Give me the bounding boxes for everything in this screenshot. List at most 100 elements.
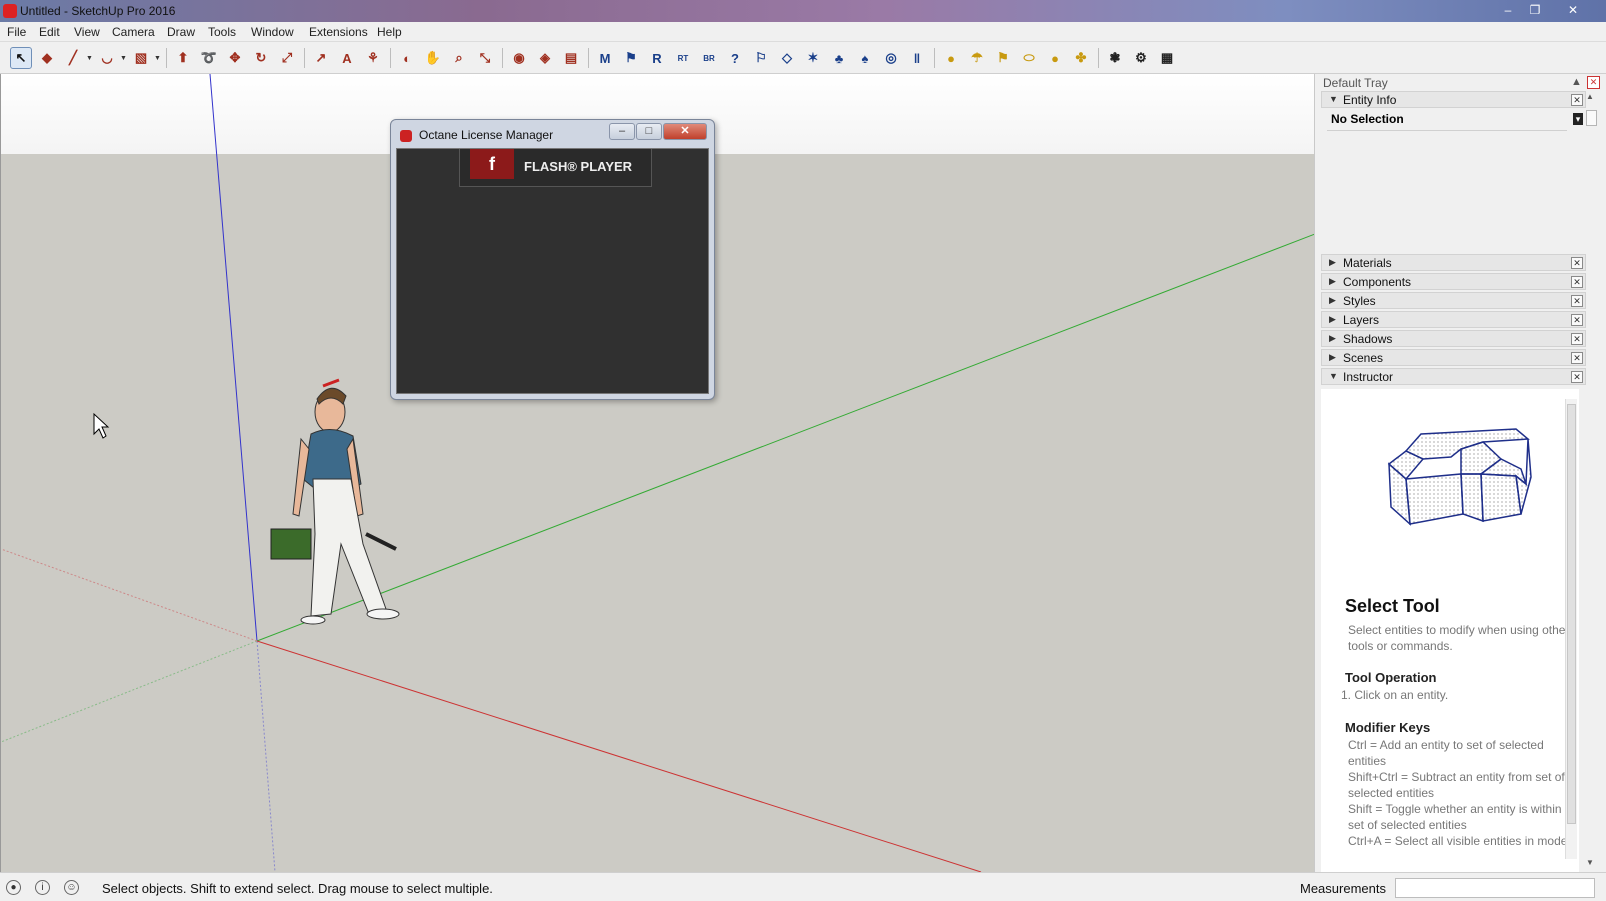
arc-tool-icon[interactable]: ◡ [96,47,118,69]
menu-draw[interactable]: Draw [167,25,195,39]
orbit-tool-icon[interactable]: ◐ [396,47,418,69]
octane-tree-icon[interactable]: ♣ [828,47,850,69]
toolbar-separator [934,48,935,68]
light-flag-icon[interactable]: ⚑ [992,47,1014,69]
octane-tree2-icon[interactable]: ♠ [854,47,876,69]
scroll-down-icon[interactable]: ▼ [1586,858,1594,867]
menu-extensions[interactable]: Extensions [309,25,368,39]
panel-shadows[interactable]: ▶ Shadows ✕ [1321,330,1586,347]
maximize-button[interactable]: ❐ [1522,2,1548,18]
panel-materials[interactable]: ▶ Materials ✕ [1321,254,1586,271]
close-icon[interactable]: ✕ [1571,295,1583,307]
eraser-tool-icon[interactable]: ◆ [36,47,58,69]
menu-window[interactable]: Window [251,25,294,39]
octane-pause-icon[interactable]: ‖ [906,47,928,69]
close-icon[interactable]: ✕ [1571,371,1583,383]
warehouse-icon[interactable]: ◉ [508,47,530,69]
octane-diamond-icon[interactable]: ◇ [776,47,798,69]
menu-file[interactable]: File [7,25,26,39]
octane-license-dialog[interactable]: Octane License Manager – □ ✕ f FLASH® PL… [390,119,715,400]
dialog-close-button[interactable]: ✕ [663,123,707,140]
light-sphere-icon[interactable]: ● [940,47,962,69]
menu-tools[interactable]: Tools [208,25,236,39]
credits-info-icon[interactable]: i [35,880,50,895]
instructor-scrollbar[interactable] [1565,399,1577,859]
dialog-minimize-button[interactable]: – [609,123,635,140]
tray-scroll-thumb[interactable] [1586,110,1597,126]
light-pin-icon[interactable]: ✤ [1070,47,1092,69]
close-icon[interactable]: ✕ [1571,352,1583,364]
octane-rt-icon[interactable]: RT [672,47,694,69]
close-icon[interactable]: ✕ [1571,314,1583,326]
calculator-icon[interactable]: ▦ [1156,47,1178,69]
panel-entity-info[interactable]: ▼ Entity Info ✕ [1321,91,1586,108]
light-spot-icon[interactable]: ☂ [966,47,988,69]
panel-instructor[interactable]: ▼ Instructor ✕ [1321,368,1586,385]
menu-camera[interactable]: Camera [112,25,155,39]
gear-icon[interactable]: ⚙ [1130,47,1152,69]
octane-sun-icon[interactable]: ✶ [802,47,824,69]
rotate-tool-icon[interactable]: ↻ [250,47,272,69]
extension-warehouse-icon[interactable]: ▤ [560,47,582,69]
octane-tag-icon[interactable]: ⚑ [620,47,642,69]
dropdown-arrow-icon[interactable]: ▼ [120,55,127,62]
measurements-input[interactable] [1395,878,1595,898]
close-icon[interactable]: ✕ [1571,257,1583,269]
menu-view[interactable]: View [74,25,100,39]
panel-styles[interactable]: ▶ Styles ✕ [1321,292,1586,309]
octane-br-icon[interactable]: BR [698,47,720,69]
octane-m-icon[interactable]: M [594,47,616,69]
light-dot-icon[interactable]: ● [1044,47,1066,69]
modifier-keys-heading: Modifier Keys [1345,720,1431,735]
pin-icon[interactable]: ▲ [1571,76,1582,88]
toolbar-separator [304,48,305,68]
fan-icon[interactable]: ❃ [1104,47,1126,69]
zoom-tool-icon[interactable]: ⌕ [448,47,470,69]
instructor-scroll-thumb[interactable] [1567,404,1576,824]
move-tool-icon[interactable]: ✥ [224,47,246,69]
tray-scrollbar[interactable]: ▲ ▼ [1584,92,1600,872]
tape-measure-icon[interactable]: ↗ [310,47,332,69]
close-icon[interactable]: ✕ [1571,276,1583,288]
toolbar-separator [502,48,503,68]
pan-tool-icon[interactable]: ✋ [422,47,444,69]
geo-location-icon[interactable]: ● [6,880,21,895]
octane-label-icon[interactable]: ⚐ [750,47,772,69]
dropdown-arrow-icon[interactable]: ▼ [86,55,93,62]
details-toggle-icon[interactable]: ▾ [1573,113,1583,125]
panel-components[interactable]: ▶ Components ✕ [1321,273,1586,290]
select-tool-icon[interactable]: ↖ [10,47,32,69]
scale-tool-icon[interactable]: ⤢ [276,47,298,69]
menu-bar: File Edit View Camera Draw Tools Window … [0,22,1606,42]
dialog-maximize-button[interactable]: □ [636,123,662,140]
flash-player-label: FLASH® PLAYER [524,159,633,174]
blue-axis-dotted [256,640,276,872]
pencil-tool-icon[interactable]: ╱ [62,47,84,69]
close-button[interactable]: ✕ [1560,2,1586,18]
light-oval-icon[interactable]: ⬭ [1018,47,1040,69]
paint-bucket-icon[interactable]: ⚘ [362,47,384,69]
panel-label: Entity Info [1343,93,1397,107]
user-account-icon[interactable]: ☺ [64,880,79,895]
close-icon[interactable]: ✕ [1571,333,1583,345]
menu-help[interactable]: Help [377,25,402,39]
scroll-up-icon[interactable]: ▲ [1586,92,1594,101]
panel-layers[interactable]: ▶ Layers ✕ [1321,311,1586,328]
octane-help-icon[interactable]: ? [724,47,746,69]
dropdown-arrow-icon[interactable]: ▼ [154,55,161,62]
zoom-extents-icon[interactable]: ⤡ [474,47,496,69]
push-pull-tool-icon[interactable]: ⬆ [172,47,194,69]
octane-r-icon[interactable]: R [646,47,668,69]
text-tool-icon[interactable]: A [336,47,358,69]
collapsed-arrow-icon: ▶ [1329,333,1336,343]
share-model-icon[interactable]: ◈ [534,47,556,69]
instructor-intro: Select entities to modify when using oth… [1348,623,1570,653]
rectangle-tool-icon[interactable]: ▧ [130,47,152,69]
follow-me-tool-icon[interactable]: ➰ [198,47,220,69]
minimize-button[interactable]: – [1495,2,1521,18]
tray-close-icon[interactable]: ✕ [1587,76,1600,89]
close-icon[interactable]: ✕ [1571,94,1583,106]
menu-edit[interactable]: Edit [39,25,60,39]
octane-target-icon[interactable]: ◎ [880,47,902,69]
panel-scenes[interactable]: ▶ Scenes ✕ [1321,349,1586,366]
